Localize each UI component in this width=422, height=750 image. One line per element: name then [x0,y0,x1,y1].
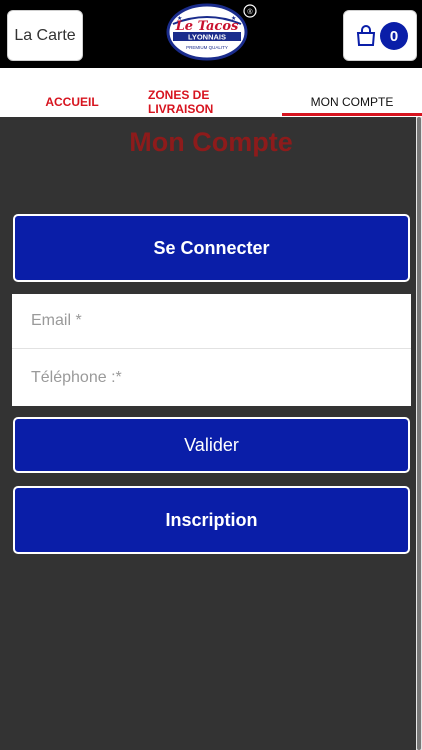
svg-text:®: ® [247,8,253,16]
connect-button[interactable]: Se Connecter [13,214,410,282]
logo-tagline: PREMIUM QUALITY [186,45,228,50]
tab-zones-de-livraison[interactable]: ZONES DE LIVRAISON [148,88,276,116]
tab-bar: ACCUEIL ZONES DE LIVRAISON MON COMPTE [0,88,422,117]
tab-accueil[interactable]: ACCUEIL [30,90,114,114]
submit-button[interactable]: Valider [13,417,410,473]
email-field[interactable]: Email * [12,294,411,349]
register-button[interactable]: Inscription [13,486,410,554]
shopping-bag-icon [356,25,376,46]
brand-logo[interactable]: ★ ★ Le Tacos LYONNAIS PREMIUM QUALITY ® [163,2,259,64]
scrollbar[interactable] [416,117,422,750]
phone-field[interactable]: Téléphone :* [12,350,411,405]
tab-mon-compte[interactable]: MON COMPTE [282,90,422,116]
page-title: Mon Compte [129,127,293,157]
cart-button[interactable]: 0 [343,10,417,61]
cart-count-badge: 0 [380,22,408,50]
menu-button[interactable]: La Carte [7,10,83,61]
login-form: Email * Téléphone :* [12,294,411,406]
scrollbar-thumb[interactable] [417,117,421,750]
logo-line2: LYONNAIS [188,33,226,42]
top-bar: La Carte ★ ★ Le Tacos LYONNAIS PREMIUM Q… [0,0,422,68]
